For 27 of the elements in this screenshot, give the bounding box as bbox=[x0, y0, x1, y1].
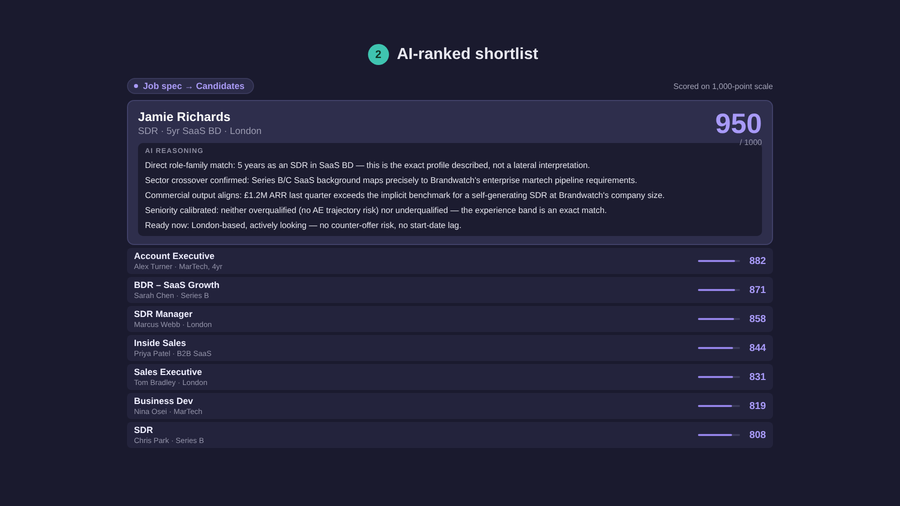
candidate-role: Sales Executive bbox=[134, 367, 204, 377]
candidate-score: 831 bbox=[748, 372, 766, 382]
reasoning-line: Seniority calibrated: neither overqualified (no AE trajectory risk) nor underqualified — the experience band is an exact match. bbox=[145, 205, 608, 215]
reasoning-line: Commercial output aligns: £1.2M ARR last quarter exceeds the implicit benchmark for a self-generating SDR at Brandwatch's company size. bbox=[145, 190, 666, 200]
candidate-role: Business Dev bbox=[134, 396, 194, 406]
candidate-score: 808 bbox=[748, 430, 766, 440]
reasoning-line: Ready now: London-based, actively looking — no counter-offer risk, no start-date lag. bbox=[145, 220, 462, 230]
reasoning-line: Direct role-family match: 5 years as an SDR in SaaS BD — this is the exact profile described, not a lateral interpretation. bbox=[145, 160, 591, 170]
candidate-role: SDR Manager bbox=[134, 309, 194, 319]
candidate-meta: SDR · 5yr SaaS BD · London bbox=[138, 126, 262, 137]
scale-note: Scored on 1,000-point scale bbox=[673, 82, 773, 90]
candidate-score: 844 bbox=[748, 342, 766, 354]
candidate-name: Jamie Richards bbox=[138, 110, 232, 124]
score: 950 bbox=[715, 110, 762, 138]
reasoning-line: Sector crossover confirmed: Series B/C SaaS background maps precisely to Brandwatch's enterprise martech pipeline requirements. bbox=[145, 175, 638, 185]
pipeline-tag: Job spec → Candidates bbox=[127, 78, 254, 94]
candidate-score: 882 bbox=[748, 256, 766, 266]
step-badge: 2 bbox=[368, 44, 389, 65]
candidate-score: 858 bbox=[748, 314, 766, 324]
candidate-role: SDR bbox=[134, 425, 154, 435]
section-title: AI-ranked shortlist bbox=[396, 46, 538, 64]
candidate-role: Account Executive bbox=[134, 251, 216, 261]
candidate-role: BDR – SaaS Growth bbox=[134, 280, 220, 290]
candidate-role: Inside Sales bbox=[134, 338, 188, 348]
candidate-score: 819 bbox=[748, 400, 766, 412]
candidate-score: 871 bbox=[748, 284, 766, 296]
score-max: / 1000 bbox=[740, 138, 762, 147]
